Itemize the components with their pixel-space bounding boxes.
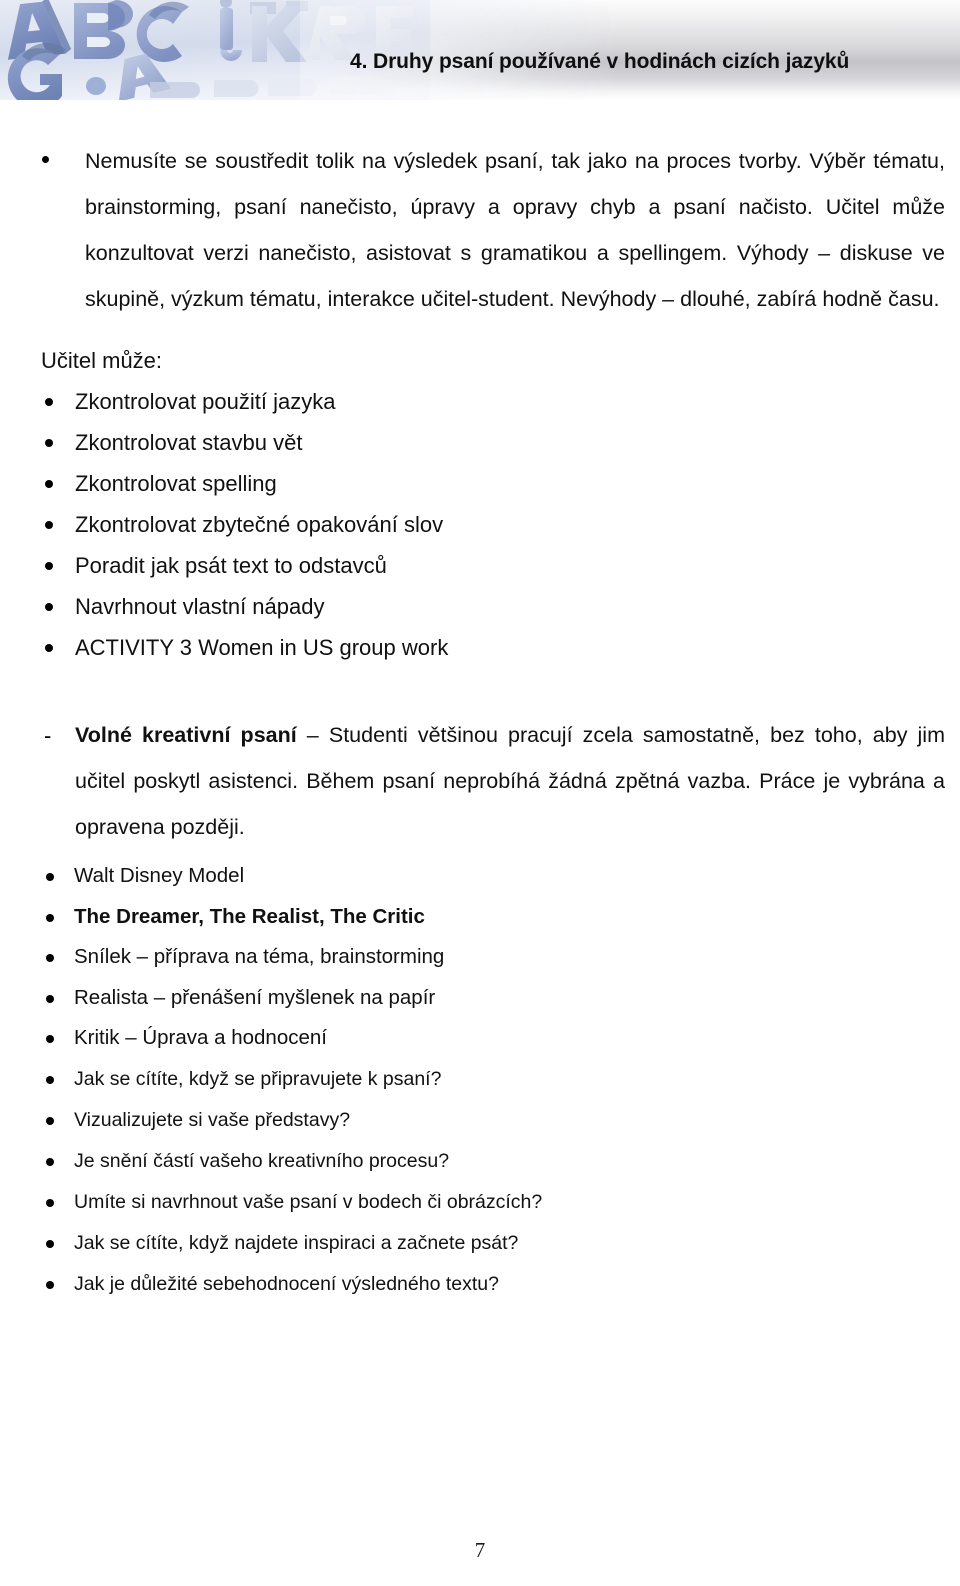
bullet-icon — [46, 1035, 54, 1043]
bullet-icon — [46, 1116, 54, 1125]
list-item: Zkontrolovat použití jazyka — [0, 381, 960, 422]
reflection-questions-list: Jak se cítíte, když se připravujete k ps… — [0, 1059, 960, 1305]
bullet-icon — [46, 954, 54, 962]
list-item: Zkontrolovat zbytečné opakování slov — [0, 504, 960, 545]
bullet-icon — [45, 439, 53, 447]
list-item-label: Navrhnout vlastní nápady — [75, 594, 325, 619]
list-item: Zkontrolovat spelling — [0, 463, 960, 504]
list-item-label: Umíte si navrhnout vaše psaní v bodech č… — [74, 1190, 543, 1213]
page-content: Nemusíte se soustředit tolik na výsledek… — [0, 100, 960, 1305]
page-title: 4. Druhy psaní používané v hodinách cizí… — [350, 50, 850, 73]
bullet-icon — [46, 1239, 54, 1248]
list-item: Realista – přenášení myšlenek na papír — [0, 978, 960, 1019]
list-item: Navrhnout vlastní nápady — [0, 586, 960, 627]
list-item-label: Snílek – příprava na téma, brainstorming — [74, 945, 445, 968]
list-item-label: Realista – přenášení myšlenek na papír — [74, 985, 436, 1009]
bullet-icon — [46, 994, 54, 1003]
free-writing-paragraph-text: Volné kreativní psaní – Studenti většino… — [75, 712, 945, 850]
list-item: Poradit jak psát text to odstavců — [0, 545, 960, 586]
list-item-label: Jak se cítíte, když se připravujete k ps… — [74, 1067, 442, 1090]
free-writing-paragraph-block: - Volné kreativní psaní – Studenti větši… — [0, 712, 960, 850]
list-item: Jak se cítíte, když najdete inspiraci a … — [0, 1223, 960, 1264]
list-item-label: Je snění částí vašeho kreativního proces… — [74, 1149, 450, 1172]
list-item-label: ACTIVITY 3 Women in US group work — [75, 635, 449, 660]
disney-model-list: Walt Disney Model The Dreamer, The Reali… — [0, 856, 960, 1059]
list-item-label: Zkontrolovat zbytečné opakování slov — [75, 512, 444, 537]
bullet-icon — [45, 603, 53, 611]
list-item: Vizualizujete si vaše představy? — [0, 1100, 960, 1141]
teacher-can-heading: Učitel může: — [41, 348, 163, 373]
bullet-icon — [46, 873, 54, 881]
list-item-label: Jak se cítíte, když najdete inspiraci a … — [74, 1231, 519, 1254]
teacher-actions-list: Zkontrolovat použití jazyka Zkontrolovat… — [0, 381, 960, 668]
bullet-icon — [46, 1280, 54, 1289]
bullet-icon — [46, 1075, 54, 1084]
list-item: Zkontrolovat stavbu vět — [0, 422, 960, 463]
bullet-icon — [45, 521, 53, 529]
page-number: 7 — [474, 1538, 486, 1562]
dash-marker: - — [44, 723, 52, 748]
list-item-label: The Dreamer, The Realist, The Critic — [74, 904, 425, 928]
list-item: Walt Disney Model — [0, 856, 960, 897]
page-header-banner: 4. Druhy psaní používané v hodinách cizí… — [0, 0, 960, 100]
list-item: Jak se cítíte, když se připravujete k ps… — [0, 1059, 960, 1100]
list-item: Kritik – Úprava a hodnocení — [0, 1018, 960, 1059]
list-item: Jak je důležité sebehodnocení výsledného… — [0, 1264, 960, 1305]
list-item: Snílek – příprava na téma, brainstorming — [0, 937, 960, 978]
bullet-icon — [46, 1157, 54, 1166]
list-item-label: Walt Disney Model — [74, 864, 245, 887]
bullet-marker — [42, 156, 49, 163]
bullet-icon — [45, 480, 53, 488]
list-item-label: Poradit jak psát text to odstavců — [75, 553, 387, 578]
bullet-icon — [45, 644, 53, 652]
list-item: Je snění částí vašeho kreativního proces… — [0, 1141, 960, 1182]
list-item: The Dreamer, The Realist, The Critic — [0, 897, 960, 938]
list-item-label: Kritik – Úprava a hodnocení — [74, 1026, 327, 1049]
intro-paragraph-block: Nemusíte se soustředit tolik na výsledek… — [0, 138, 960, 322]
list-item-label: Vizualizujete si vaše představy? — [74, 1108, 351, 1131]
list-item-label: Zkontrolovat spelling — [75, 471, 277, 496]
bullet-icon — [46, 1198, 54, 1207]
bullet-icon — [45, 398, 53, 406]
list-item: Umíte si navrhnout vaše psaní v bodech č… — [0, 1182, 960, 1223]
list-item-label: Zkontrolovat stavbu vět — [75, 430, 303, 455]
list-item-label: Zkontrolovat použití jazyka — [75, 389, 336, 414]
list-item: ACTIVITY 3 Women in US group work — [0, 627, 960, 668]
free-writing-term: Volné kreativní psaní — [75, 723, 297, 747]
bullet-icon — [46, 913, 54, 922]
bullet-icon — [45, 562, 53, 570]
intro-paragraph-text: Nemusíte se soustředit tolik na výsledek… — [85, 149, 945, 311]
list-item-label: Jak je důležité sebehodnocení výsledného… — [74, 1272, 499, 1295]
